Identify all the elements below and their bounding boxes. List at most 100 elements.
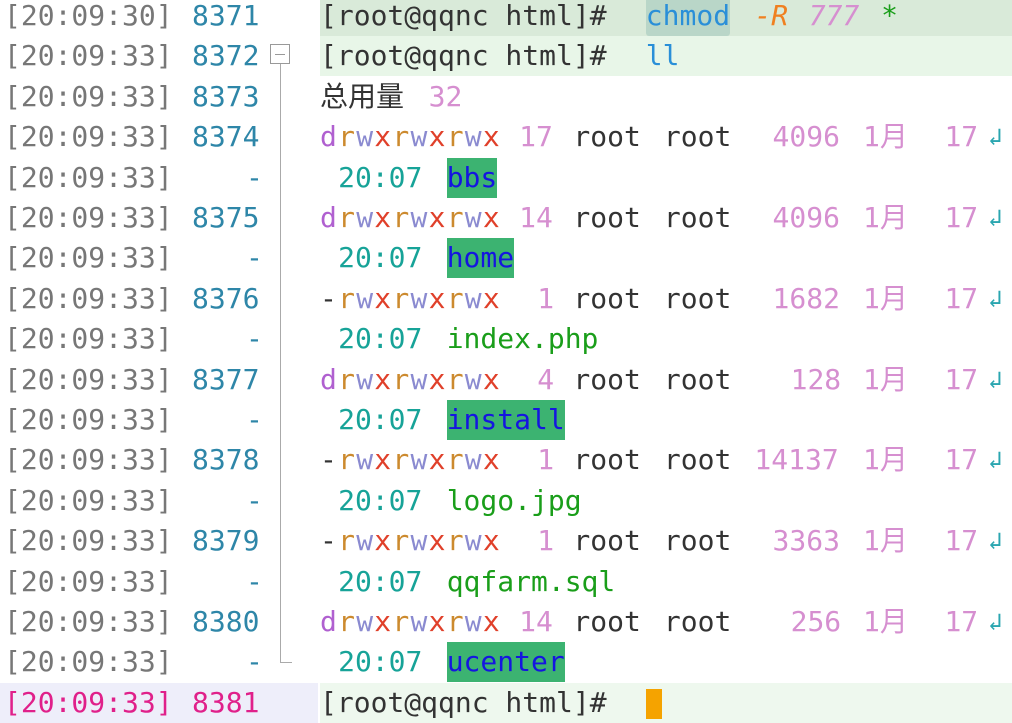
timestamp: [20:09:33] <box>4 362 173 396</box>
perm-bit: w <box>464 120 482 154</box>
line-gutter: [20:09:33] - <box>0 642 318 682</box>
command-arg-glob: * <box>881 0 898 32</box>
line-gutter: [20:09:33] - <box>0 400 318 440</box>
perm-bit: r <box>338 201 355 234</box>
file-time: 20:07 <box>338 645 423 679</box>
file-time: 20:07 <box>338 241 423 275</box>
line-content: 20:07 home <box>320 238 1012 279</box>
wrap-arrow-icon: ↲ <box>988 446 1003 475</box>
line-gutter: [20:09:33] - <box>0 158 318 198</box>
shell-prompt: [root@qqnc html]# <box>320 0 607 32</box>
timestamp: [20:09:33] <box>4 443 173 477</box>
line-content: - r w x r w x r w x 1 root root 3363 1月 17 ↲ <box>320 521 1012 561</box>
file-month: 1月 <box>863 120 908 154</box>
timestamp: [20:09:33] <box>4 564 173 598</box>
line-gutter: [20:09:33] 8377 <box>0 360 318 400</box>
perm-bit: r <box>446 524 464 558</box>
perm-bit: x <box>428 524 446 558</box>
timestamp: [20:09:33] <box>4 645 173 679</box>
perm-bit: w <box>464 201 482 234</box>
file-day: 17 <box>944 524 979 558</box>
perm-bit: x <box>428 605 446 638</box>
terminal-line: [20:09:33] 8380 d r w x r w x r w x 14 root root 256 1月 1… <box>0 602 1012 642</box>
file-name: qqfarm.sql <box>446 564 616 598</box>
perm-bit: w <box>356 605 374 638</box>
line-gutter: [20:09:30] 8371 <box>0 0 318 36</box>
line-gutter: [20:09:33] - <box>0 319 318 359</box>
perm-bit: w <box>464 524 482 558</box>
file-size: 3363 <box>772 524 840 558</box>
timestamp: [20:09:33] <box>4 241 173 275</box>
terminal-line: [20:09:33] 8381 [root@qqnc html]# <box>0 682 1012 723</box>
directory-name: ucenter <box>446 642 565 683</box>
perm-bit: w <box>410 281 428 315</box>
file-name: logo.jpg <box>446 483 582 517</box>
timestamp: [20:09:33] <box>4 281 173 315</box>
terminal-line: [20:09:33] 8373 总用量 32 <box>0 77 1012 117</box>
line-content: d r w x r w x r w x 4 root root 128 1月 17 ↲ <box>320 360 1012 400</box>
timestamp: [20:09:33] <box>4 685 173 719</box>
line-number: - <box>246 322 263 356</box>
line-number: - <box>246 645 263 679</box>
terminal-window[interactable]: [20:09:30] 8371 [root@qqnc html]# chmod -R 77… <box>0 0 1012 723</box>
file-owner: root <box>573 362 641 396</box>
perm-bit: x <box>374 362 392 396</box>
perm-bit: w <box>410 443 428 477</box>
file-name: index.php <box>446 322 599 356</box>
total-value: 32 <box>428 79 463 113</box>
file-size: 128 <box>790 362 842 396</box>
wrap-arrow-icon: ↲ <box>988 204 1003 232</box>
line-content: [root@qqnc html]# ll <box>320 36 1012 77</box>
line-content: d r w x r w x r w x 17 root root 4096 1月 17 ↲ <box>320 117 1012 157</box>
line-gutter: [20:09:33] - <box>0 562 318 602</box>
timestamp: [20:09:33] <box>4 322 173 356</box>
perm-type: - <box>320 281 337 315</box>
text-cursor <box>645 683 662 723</box>
perm-bit: w <box>356 524 374 558</box>
line-number: 8378 <box>192 443 260 477</box>
file-owner: root <box>573 120 641 154</box>
line-number: 8377 <box>192 362 260 396</box>
perm-bit: r <box>338 605 355 638</box>
file-group: root <box>663 201 732 234</box>
perm-type: d <box>320 362 337 396</box>
file-time: 20:07 <box>338 483 423 517</box>
perm-bit: w <box>464 443 482 477</box>
line-content: d r w x r w x r w x 14 root root 256 1月 17 ↲ <box>320 602 1012 642</box>
line-number: 8374 <box>192 120 260 154</box>
line-number: 8376 <box>192 281 260 315</box>
command-option: -R <box>754 0 789 32</box>
timestamp: [20:09:33] <box>4 160 173 194</box>
file-owner: root <box>573 281 641 315</box>
perm-bit: w <box>410 362 428 396</box>
file-day: 17 <box>944 605 979 638</box>
timestamp: [20:09:33] <box>4 403 173 436</box>
line-gutter: [20:09:33] 8380 <box>0 602 318 642</box>
perm-bit: r <box>446 605 464 638</box>
perm-bit: r <box>338 362 355 396</box>
file-group: root <box>663 443 732 477</box>
terminal-line: [20:09:33] 8376- r w x r w x r w x 1 root root 1682 1月 1… <box>0 279 1012 319</box>
file-time: 20:07 <box>338 403 423 436</box>
link-count: 1 <box>537 524 555 558</box>
perm-bit: w <box>356 281 374 315</box>
perm-bit: x <box>428 443 446 477</box>
perm-bit: r <box>446 201 464 234</box>
terminal-line: [20:09:33] - 20:07 home <box>0 238 1012 279</box>
link-count: 4 <box>537 362 555 396</box>
wrap-arrow-icon: ↲ <box>988 365 1003 394</box>
directory-name: bbs <box>446 157 498 198</box>
file-day: 17 <box>944 120 979 154</box>
total-label: 总用量 <box>320 79 405 113</box>
line-gutter: [20:09:33] 8376 <box>0 279 318 319</box>
perm-bit: r <box>446 443 464 477</box>
file-owner: root <box>573 443 641 477</box>
line-number: - <box>246 564 263 598</box>
perm-bit: x <box>482 201 500 234</box>
file-size: 4096 <box>772 201 840 234</box>
shell-prompt: [root@qqnc html]# <box>320 685 607 719</box>
line-number: 8372 <box>192 39 260 73</box>
perm-bit: r <box>338 281 355 315</box>
file-group: root <box>663 605 732 638</box>
perm-bit: w <box>410 201 428 234</box>
